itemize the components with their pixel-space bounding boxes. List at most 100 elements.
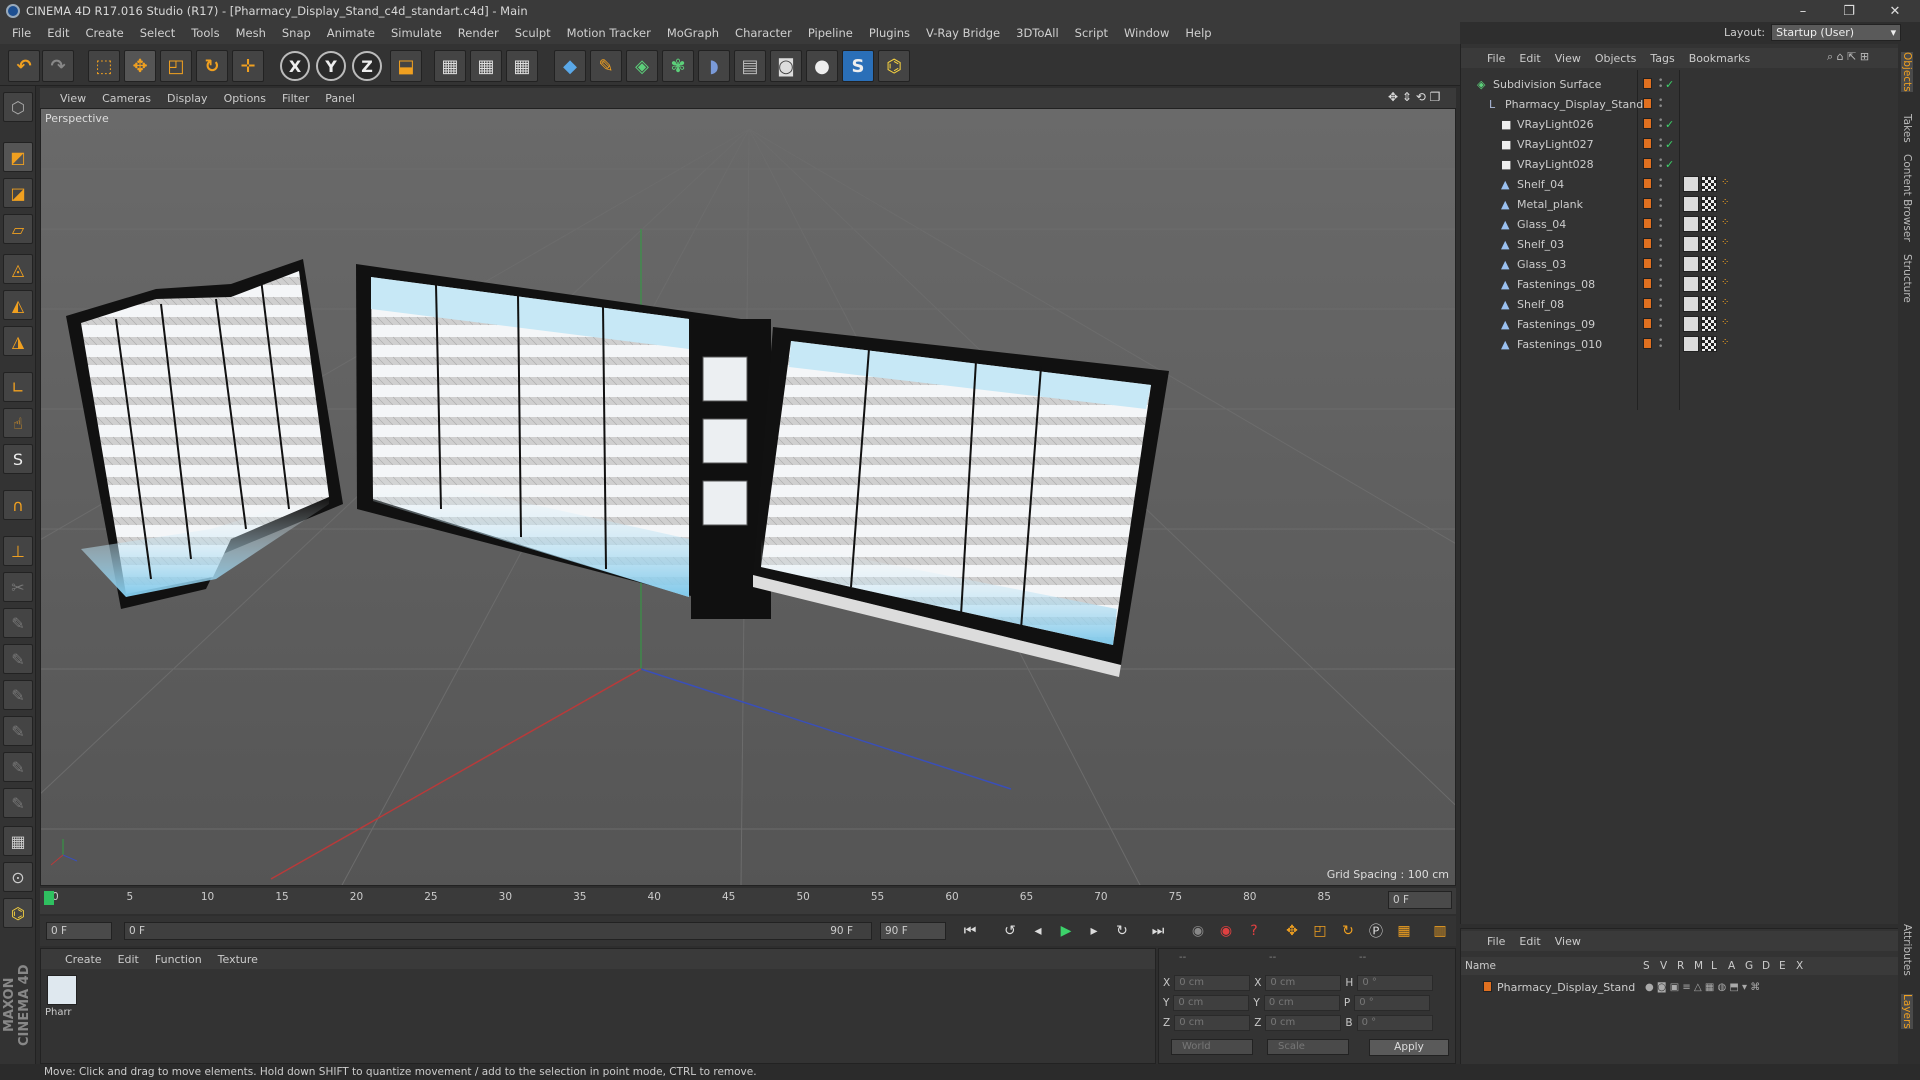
axis-tool-icon[interactable]: ⊥ <box>3 536 33 566</box>
maximize-button[interactable]: ❐ <box>1826 0 1872 22</box>
uvw-tag-icon[interactable] <box>1701 196 1717 212</box>
vray-bridge-icon[interactable]: S <box>842 50 874 82</box>
position-z-field[interactable]: 0 cm <box>1174 1015 1251 1031</box>
cloner-icon[interactable]: ✾ <box>662 50 694 82</box>
object-row[interactable]: ◈ Subdivision Surface • • ✓ <box>1461 74 1899 94</box>
menu-select[interactable]: Select <box>132 26 183 40</box>
menu-vray-bridge[interactable]: V-Ray Bridge <box>918 26 1008 40</box>
menu-sculpt[interactable]: Sculpt <box>507 26 559 40</box>
objects-menu-edit[interactable]: Edit <box>1519 52 1540 65</box>
viewport-menu-cameras[interactable]: Cameras <box>102 92 151 105</box>
brush-m-icon[interactable]: ✎ <box>3 752 33 782</box>
object-row[interactable]: ▲ Fastenings_010 • • ⁘ <box>1461 334 1899 354</box>
object-row[interactable]: ▲ Fastenings_09 • • ⁘ <box>1461 314 1899 334</box>
uvw-tag-icon[interactable] <box>1701 216 1717 232</box>
make-editable-icon[interactable]: ⬡ <box>3 92 33 122</box>
rotate-tool-icon[interactable]: ↻ <box>196 50 228 82</box>
visibility-dots-icon[interactable]: • • <box>1658 317 1663 332</box>
key-rotation-icon[interactable]: ↻ <box>1336 920 1360 942</box>
points-mode-icon[interactable]: ◬ <box>3 254 33 284</box>
size-y-field[interactable]: 0 cm <box>1263 995 1340 1011</box>
brush-rs-icon[interactable]: ✎ <box>3 680 33 710</box>
minimize-button[interactable]: – <box>1780 0 1826 22</box>
object-row[interactable]: ▲ Fastenings_08 • • ⁘ <box>1461 274 1899 294</box>
menu-animate[interactable]: Animate <box>319 26 383 40</box>
material-tag-icon[interactable] <box>1683 336 1699 352</box>
position-y-field[interactable]: 0 cm <box>1173 995 1250 1011</box>
quantize-icon[interactable]: ⊙ <box>3 862 33 892</box>
visibility-dots-icon[interactable]: • • <box>1658 157 1663 172</box>
texture-mode-icon[interactable]: ◪ <box>3 178 33 208</box>
pen-spline-icon[interactable]: ✎ <box>590 50 622 82</box>
uvw-tag-icon[interactable] <box>1701 296 1717 312</box>
coordinate-mode-dropdown[interactable]: Scale <box>1267 1039 1349 1055</box>
layout-dropdown[interactable]: Startup (User) <box>1771 24 1902 41</box>
autokey-icon[interactable]: ◉ <box>1214 920 1238 942</box>
menu-character[interactable]: Character <box>727 26 800 40</box>
y-axis-lock-button[interactable]: Y <box>316 51 346 81</box>
visibility-dots-icon[interactable]: • • <box>1658 297 1663 312</box>
uvw-tag-icon[interactable] <box>1701 276 1717 292</box>
redo-icon[interactable]: ↷ <box>42 50 74 82</box>
material-tag-icon[interactable] <box>1683 236 1699 252</box>
uvw-tag-icon[interactable] <box>1701 316 1717 332</box>
enabled-check-icon[interactable]: ✓ <box>1665 118 1674 131</box>
uvw-tag-icon[interactable] <box>1701 336 1717 352</box>
go-to-end-icon[interactable]: ⏭ <box>1146 920 1170 942</box>
python-script-icon[interactable]: ⌬ <box>3 898 33 928</box>
selection-tag-icon[interactable]: ⁘ <box>1721 217 1729 228</box>
transform-tool-icon[interactable]: ✛ <box>232 50 264 82</box>
key-scale-icon[interactable]: ◰ <box>1308 920 1332 942</box>
object-row[interactable]: ▲ Glass_03 • • ⁘ <box>1461 254 1899 274</box>
layer-color-swatch[interactable] <box>1643 238 1652 249</box>
material-tag-icon[interactable] <box>1683 196 1699 212</box>
viewport-menu-filter[interactable]: Filter <box>282 92 309 105</box>
viewport-menu-view[interactable]: View <box>60 92 86 105</box>
camera-icon[interactable]: ◙ <box>770 50 802 82</box>
deformer-icon[interactable]: ◗ <box>698 50 730 82</box>
key-position-icon[interactable]: ✥ <box>1280 920 1304 942</box>
visibility-dots-icon[interactable]: • • <box>1658 197 1663 212</box>
menu-simulate[interactable]: Simulate <box>383 26 450 40</box>
uvw-tag-icon[interactable] <box>1701 256 1717 272</box>
menu-motion-tracker[interactable]: Motion Tracker <box>559 26 659 40</box>
x-axis-lock-button[interactable]: X <box>280 51 310 81</box>
previous-key-icon[interactable]: ↺ <box>998 920 1022 942</box>
menu-plugins[interactable]: Plugins <box>861 26 918 40</box>
menu-script[interactable]: Script <box>1067 26 1116 40</box>
viewport-menu-options[interactable]: Options <box>224 92 266 105</box>
menu-mesh[interactable]: Mesh <box>228 26 274 40</box>
menu-tools[interactable]: Tools <box>183 26 227 40</box>
layer-color-swatch[interactable] <box>1643 178 1652 189</box>
object-row[interactable]: ▲ Glass_04 • • ⁘ <box>1461 214 1899 234</box>
timeline-ruler[interactable]: 051015202530354045505560657075808590 0 F <box>40 888 1456 914</box>
layer-color-swatch[interactable] <box>1643 118 1652 129</box>
object-row[interactable]: ■ VRayLight027 • • ✓ <box>1461 134 1899 154</box>
material-tag-icon[interactable] <box>1683 296 1699 312</box>
object-row[interactable]: ▲ Shelf_08 • • ⁘ <box>1461 294 1899 314</box>
visibility-dots-icon[interactable]: • • <box>1658 117 1663 132</box>
objects-menu-bookmarks[interactable]: Bookmarks <box>1689 52 1750 65</box>
layer-row[interactable]: Pharmacy_Display_Stand ● ◙ ▣ ≡ △ ▦ ◍ ⬒ ▾… <box>1461 977 1899 997</box>
rotation-b-field[interactable]: 0 ° <box>1356 1015 1433 1031</box>
layer-color-swatch[interactable] <box>1643 98 1652 109</box>
material-tag-icon[interactable] <box>1683 316 1699 332</box>
polygons-mode-icon[interactable]: ◮ <box>3 326 33 356</box>
layer-color-swatch[interactable] <box>1643 158 1652 169</box>
floor-icon[interactable]: ▤ <box>734 50 766 82</box>
layer-color-swatch[interactable] <box>1643 258 1652 269</box>
tab-attributes[interactable]: Attributes <box>1901 924 1913 976</box>
material-menu-edit[interactable]: Edit <box>118 953 139 966</box>
menu-3dtoall[interactable]: 3DToAll <box>1008 26 1067 40</box>
object-row[interactable]: ▲ Shelf_04 • • ⁘ <box>1461 174 1899 194</box>
coordinate-system-icon[interactable]: ⬓ <box>390 50 422 82</box>
layer-color-swatch[interactable] <box>1643 138 1652 149</box>
uvw-tag-icon[interactable] <box>1701 176 1717 192</box>
keyframe-selection-icon[interactable]: ? <box>1242 920 1266 942</box>
objects-menu-file[interactable]: File <box>1487 52 1505 65</box>
object-row[interactable]: ■ VRayLight026 • • ✓ <box>1461 114 1899 134</box>
close-button[interactable]: ✕ <box>1872 0 1918 22</box>
object-row[interactable]: L Pharmacy_Display_Stand • • <box>1461 94 1899 114</box>
model-mode-icon[interactable]: ◩ <box>3 142 33 172</box>
end-frame-field[interactable]: 90 F <box>880 922 946 940</box>
